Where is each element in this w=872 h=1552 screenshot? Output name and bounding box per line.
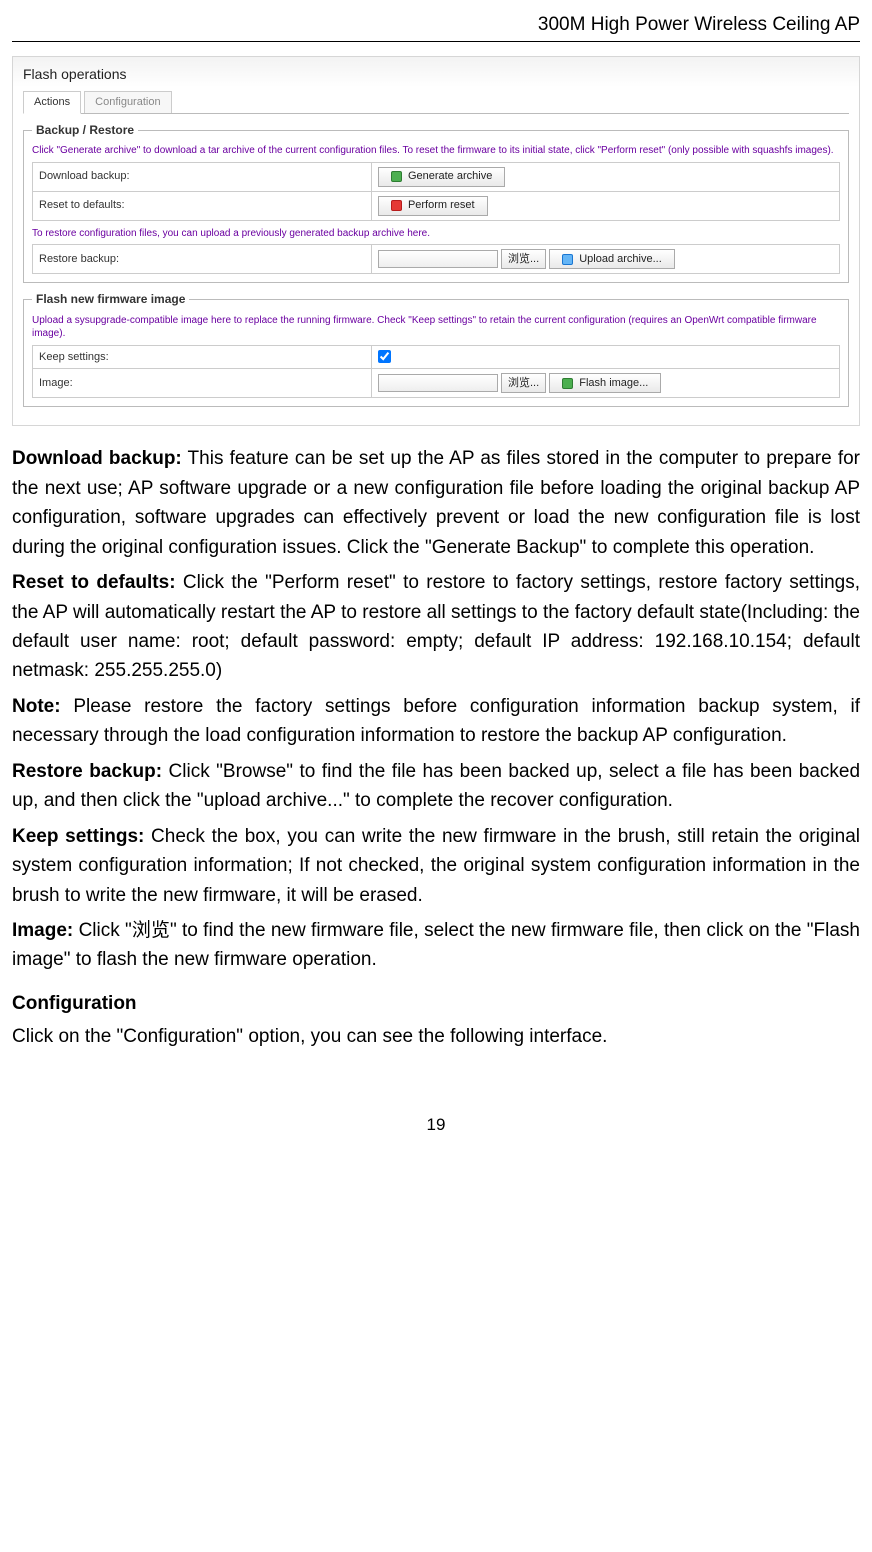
para-configuration: Click on the "Configuration" option, you… — [12, 1022, 860, 1051]
para-image: Image: Click "浏览" to find the new firmwa… — [12, 916, 860, 975]
panel-title: Flash operations — [23, 65, 849, 84]
flash-icon — [562, 378, 573, 389]
perform-reset-button[interactable]: Perform reset — [378, 196, 488, 216]
tab-bar: Actions Configuration — [23, 90, 849, 114]
restore-backup-label: Restore backup: — [33, 245, 372, 274]
browse-button-image[interactable]: 浏览... — [501, 373, 546, 393]
reset-icon — [391, 200, 402, 211]
flash-firmware-legend: Flash new firmware image — [32, 291, 189, 307]
backup-table: Download backup: Generate archive Reset … — [32, 162, 840, 221]
tab-configuration[interactable]: Configuration — [84, 91, 171, 113]
flash-operations-panel: Flash operations Actions Configuration B… — [12, 56, 860, 426]
upload-archive-label: Upload archive... — [579, 252, 662, 267]
label-image: Image: — [12, 920, 73, 941]
backup-hint-2: To restore configuration files, you can … — [32, 227, 840, 241]
image-cell: 浏览... Flash image... — [371, 369, 839, 398]
document-body: Download backup: This feature can be set… — [12, 444, 860, 1051]
table-row: Download backup: Generate archive — [33, 162, 840, 191]
archive-icon — [391, 171, 402, 182]
table-row: Reset to defaults: Perform reset — [33, 191, 840, 220]
flash-firmware-section: Flash new firmware image Upload a sysupg… — [23, 291, 849, 407]
text-image: Click "浏览" to find the new firmware file… — [12, 920, 860, 970]
download-backup-label: Download backup: — [33, 162, 372, 191]
label-note: Note: — [12, 696, 61, 717]
configuration-heading: Configuration — [12, 989, 860, 1018]
label-restore-backup: Restore backup: — [12, 761, 162, 782]
upload-archive-button[interactable]: Upload archive... — [549, 249, 675, 269]
generate-archive-label: Generate archive — [408, 169, 492, 184]
browse-button-restore[interactable]: 浏览... — [501, 249, 546, 269]
para-reset-defaults: Reset to defaults: Click the "Perform re… — [12, 568, 860, 686]
page-header-title: 300M High Power Wireless Ceiling AP — [538, 10, 860, 39]
restore-backup-cell: 浏览... Upload archive... — [371, 245, 839, 274]
restore-file-input[interactable] — [378, 250, 498, 268]
keep-settings-label: Keep settings: — [33, 345, 372, 369]
image-label: Image: — [33, 369, 372, 398]
para-restore-backup: Restore backup: Click "Browse" to find t… — [12, 757, 860, 816]
generate-archive-button[interactable]: Generate archive — [378, 167, 505, 187]
page-number: 19 — [12, 1112, 860, 1138]
table-row: Restore backup: 浏览... Upload archive... — [33, 245, 840, 274]
flash-image-label: Flash image... — [579, 376, 648, 391]
keep-settings-checkbox[interactable] — [378, 350, 391, 363]
table-row: Image: 浏览... Flash image... — [33, 369, 840, 398]
image-file-input[interactable] — [378, 374, 498, 392]
restore-table: Restore backup: 浏览... Upload archive... — [32, 244, 840, 274]
para-download-backup: Download backup: This feature can be set… — [12, 444, 860, 562]
backup-restore-legend: Backup / Restore — [32, 122, 138, 138]
label-download-backup: Download backup: — [12, 448, 182, 469]
flash-hint: Upload a sysupgrade-compatible image her… — [32, 314, 840, 341]
keep-settings-cell — [371, 345, 839, 369]
tab-actions[interactable]: Actions — [23, 91, 81, 114]
flash-image-button[interactable]: Flash image... — [549, 373, 661, 393]
text-note: Please restore the factory settings befo… — [12, 696, 860, 746]
download-backup-cell: Generate archive — [371, 162, 839, 191]
para-keep-settings: Keep settings: Check the box, you can wr… — [12, 822, 860, 910]
label-keep-settings: Keep settings: — [12, 826, 144, 847]
label-reset-defaults: Reset to defaults: — [12, 572, 176, 593]
reset-defaults-label: Reset to defaults: — [33, 191, 372, 220]
table-row: Keep settings: — [33, 345, 840, 369]
para-note: Note: Please restore the factory setting… — [12, 692, 860, 751]
backup-restore-section: Backup / Restore Click "Generate archive… — [23, 122, 849, 283]
flash-table: Keep settings: Image: 浏览... Flash image.… — [32, 345, 840, 399]
upload-icon — [562, 254, 573, 265]
backup-hint-1: Click "Generate archive" to download a t… — [32, 144, 840, 158]
reset-defaults-cell: Perform reset — [371, 191, 839, 220]
perform-reset-label: Perform reset — [408, 198, 475, 213]
